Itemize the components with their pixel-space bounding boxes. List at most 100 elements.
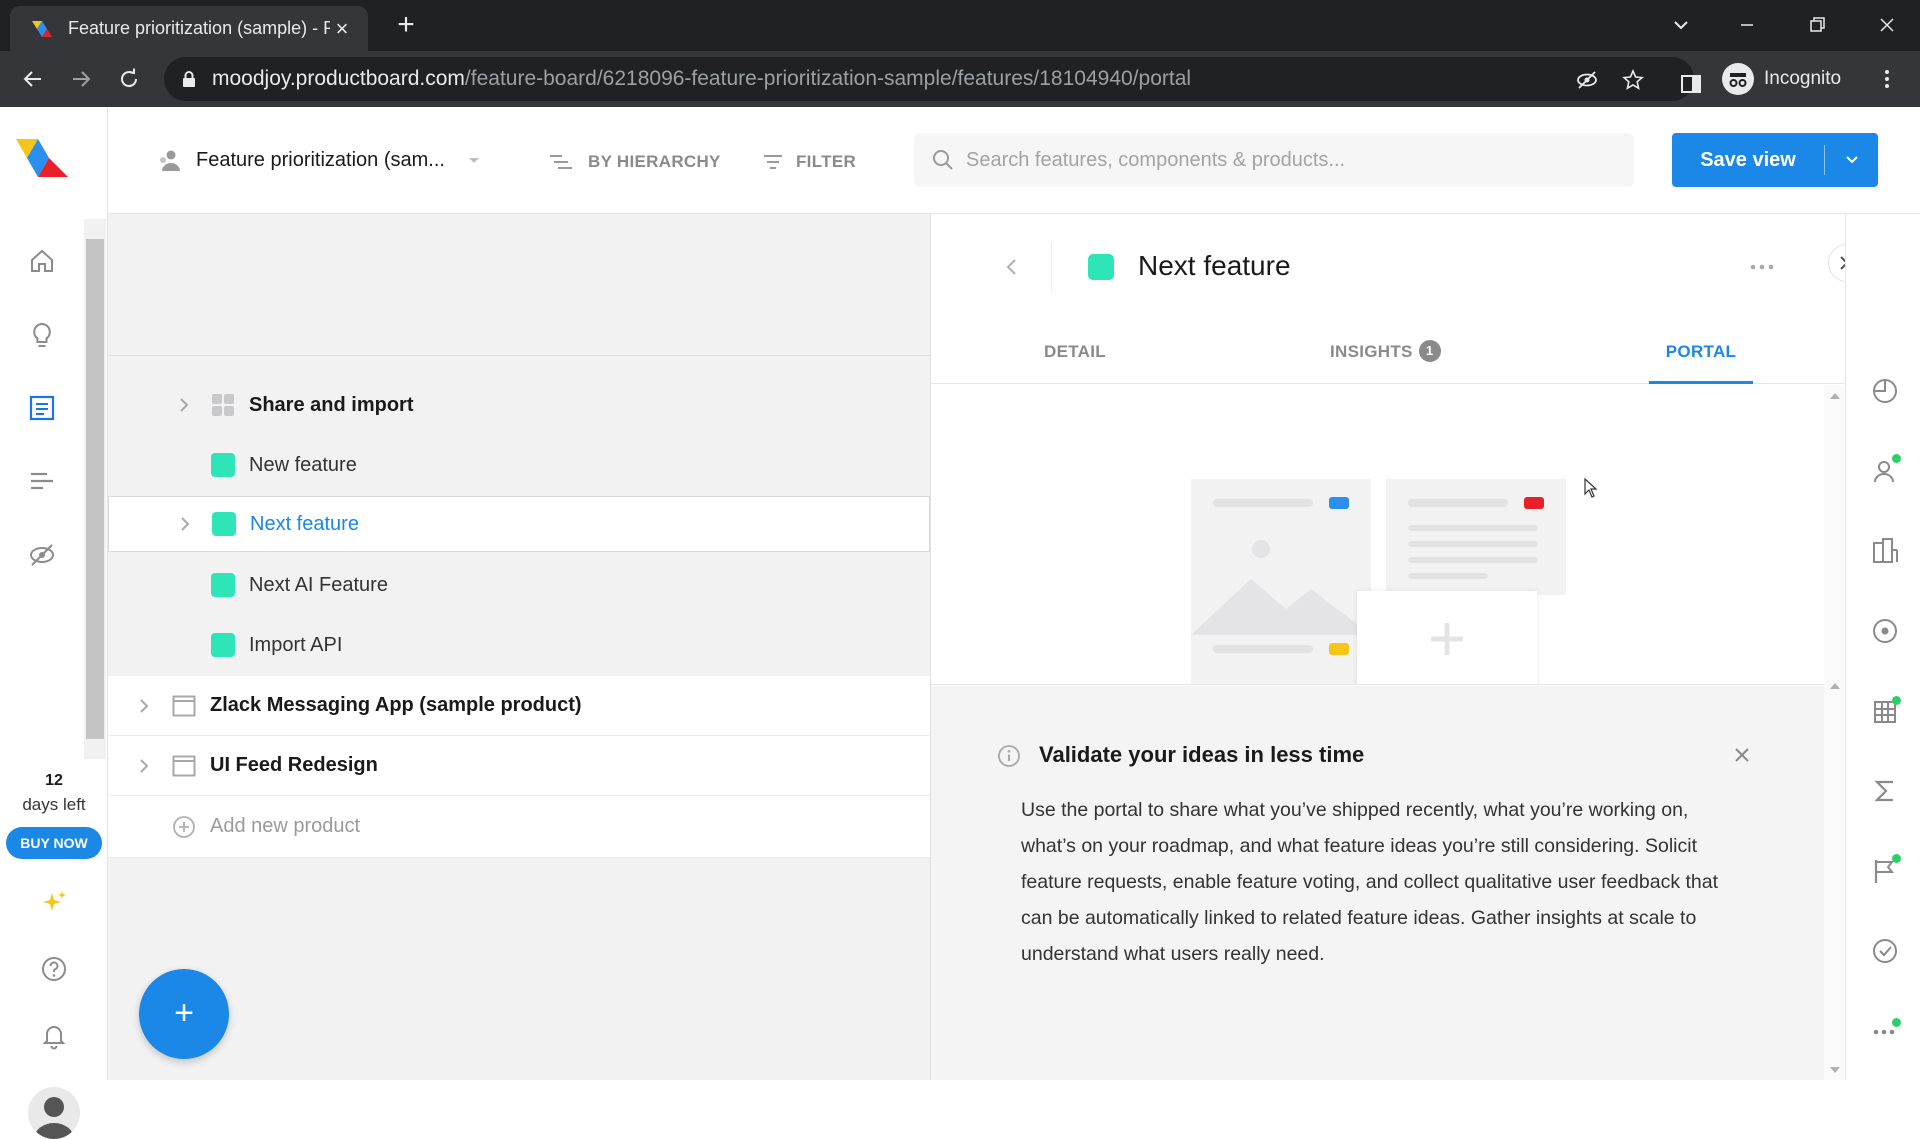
portal-eye-off-icon[interactable] <box>26 539 58 571</box>
forward-arrow-icon[interactable] <box>66 64 96 94</box>
incognito-icon <box>1722 63 1754 95</box>
panel-header: Next feature DETAIL INSIGHTS 1 PORTAL <box>931 214 1846 384</box>
filter-button[interactable]: FILTER <box>762 151 856 173</box>
target-icon[interactable] <box>1870 616 1900 646</box>
window-close-icon[interactable] <box>1872 10 1902 40</box>
right-rail <box>1845 214 1920 1080</box>
bookmark-star-icon[interactable] <box>1622 69 1644 91</box>
board-name-label: Feature prioritization (sam... <box>196 148 445 171</box>
search-icon <box>932 149 954 171</box>
save-view-label[interactable]: Save view <box>1672 149 1824 172</box>
insights-lightbulb-icon[interactable] <box>26 319 58 351</box>
trial-days-label: days left <box>22 795 86 814</box>
add-new-product-row[interactable]: Add new product <box>108 796 930 858</box>
browser-address-bar: moodjoy.productboard.com /feature-board/… <box>0 51 1920 107</box>
search-input[interactable] <box>966 148 1606 172</box>
notifications-bell-icon[interactable] <box>38 1019 70 1051</box>
url-bar[interactable]: moodjoy.productboard.com /feature-board/… <box>164 57 1694 101</box>
incognito-label: Incognito <box>1764 68 1842 89</box>
illustration-line <box>1213 645 1313 653</box>
scroll-up-arrow-icon[interactable] <box>1829 391 1841 401</box>
tab-insights[interactable]: INSIGHTS 1 <box>1330 340 1441 384</box>
expand-chevron-icon[interactable] <box>134 696 154 716</box>
create-new-fab-button[interactable]: + <box>139 969 229 1059</box>
list-header-area <box>108 214 930 356</box>
save-view-dropdown-chevron-icon[interactable] <box>1825 152 1878 168</box>
productboard-logo[interactable] <box>14 137 70 179</box>
expand-chevron-icon[interactable] <box>175 514 195 534</box>
browser-tab[interactable]: Feature prioritization (sample) - P × <box>10 6 368 51</box>
green-status-dot <box>1892 696 1901 705</box>
back-chevron-icon[interactable] <box>1001 256 1023 278</box>
tab-detail-label: DETAIL <box>1044 342 1106 361</box>
feature-title[interactable]: Next feature <box>1138 250 1291 282</box>
roadmap-icon[interactable] <box>26 465 58 497</box>
by-hierarchy-button[interactable]: BY HIERARCHY <box>548 151 721 173</box>
more-fields-icon[interactable] <box>1870 1014 1901 1044</box>
list-item-new-feature[interactable]: New feature <box>108 436 930 494</box>
table-grid-icon[interactable] <box>1870 696 1901 726</box>
productboard-favicon-icon <box>30 17 54 41</box>
expand-chevron-icon[interactable] <box>174 395 194 415</box>
check-circle-icon[interactable] <box>1870 936 1900 966</box>
list-item-import-api[interactable]: Import API <box>108 616 930 674</box>
more-options-icon[interactable] <box>1747 254 1777 280</box>
list-item-label: Next AI Feature <box>249 573 388 596</box>
list-item-label: UI Feed Redesign <box>210 754 378 776</box>
expand-chevron-icon[interactable] <box>134 756 154 776</box>
browser-tab-bar: Feature prioritization (sample) - P × + <box>0 0 1920 51</box>
list-item-next-feature[interactable]: Next feature <box>108 496 930 552</box>
user-feedback-icon[interactable] <box>1870 454 1901 486</box>
save-view-button[interactable]: Save view <box>1672 133 1878 187</box>
search-bar[interactable] <box>914 133 1634 187</box>
insights-count-badge: 1 <box>1418 340 1441 362</box>
feature-detail-panel: Next feature DETAIL INSIGHTS 1 PORTAL Va… <box>930 214 1846 1080</box>
list-item-zlack-messaging-app[interactable]: Zlack Messaging App (sample product) <box>108 676 930 736</box>
new-tab-icon[interactable]: + <box>392 10 420 40</box>
scroll-up-arrow-icon[interactable] <box>1829 681 1841 691</box>
incognito-profile[interactable]: Incognito <box>1722 59 1841 99</box>
nav-scrollbar[interactable] <box>84 219 106 759</box>
home-icon[interactable] <box>26 245 58 277</box>
feature-status-swatch[interactable] <box>1088 254 1114 280</box>
tab-portal-label: PORTAL <box>1665 342 1737 361</box>
restore-icon[interactable] <box>1802 10 1832 40</box>
tab-detail[interactable]: DETAIL <box>1044 342 1106 384</box>
pie-chart-icon[interactable] <box>1870 376 1900 406</box>
illustration-line <box>1408 541 1538 547</box>
info-card-close-icon[interactable] <box>1729 742 1755 768</box>
features-board-icon[interactable] <box>26 392 58 424</box>
tab-search-icon[interactable] <box>1666 10 1696 40</box>
board-selector[interactable]: Feature prioritization (sam... <box>156 147 481 173</box>
buy-now-button[interactable]: BUY NOW <box>6 827 102 859</box>
nav-scrollbar-thumb[interactable] <box>86 239 104 739</box>
help-icon[interactable] <box>38 953 70 985</box>
lock-icon <box>180 70 198 88</box>
minimize-icon[interactable] <box>1732 10 1762 40</box>
reload-icon[interactable] <box>114 64 144 94</box>
by-hierarchy-label: BY HIERARCHY <box>588 152 721 171</box>
buildings-icon[interactable] <box>1870 536 1900 566</box>
list-item-next-ai-feature[interactable]: Next AI Feature <box>108 556 930 614</box>
objectives-flag-icon[interactable] <box>1870 854 1901 886</box>
scroll-down-arrow-icon[interactable] <box>1829 1065 1841 1075</box>
back-arrow-icon[interactable] <box>18 64 48 94</box>
add-new-product-label: Add new product <box>210 815 361 837</box>
tab-portal[interactable]: PORTAL <box>1649 342 1753 384</box>
url-host: moodjoy.productboard.com <box>212 67 465 90</box>
sparkle-ai-icon[interactable] <box>38 887 70 919</box>
browser-menu-icon[interactable] <box>1876 68 1898 90</box>
user-avatar[interactable] <box>28 1087 80 1139</box>
list-item-ui-feed-redesign[interactable]: UI Feed Redesign <box>108 736 930 796</box>
illustration-card <box>1386 479 1566 595</box>
filter-icon <box>762 151 784 173</box>
tab-close-icon[interactable]: × <box>330 16 354 41</box>
illustration-card <box>1191 479 1371 684</box>
side-panel-icon[interactable] <box>1680 73 1702 95</box>
tracking-eye-off-icon[interactable] <box>1576 69 1598 91</box>
list-item-share-and-import[interactable]: Share and import <box>108 376 930 434</box>
sigma-formula-icon[interactable] <box>1870 776 1900 806</box>
panel-scrollbar[interactable] <box>1824 385 1846 1080</box>
illustration-line <box>1408 525 1538 531</box>
feature-status-swatch <box>211 453 235 477</box>
